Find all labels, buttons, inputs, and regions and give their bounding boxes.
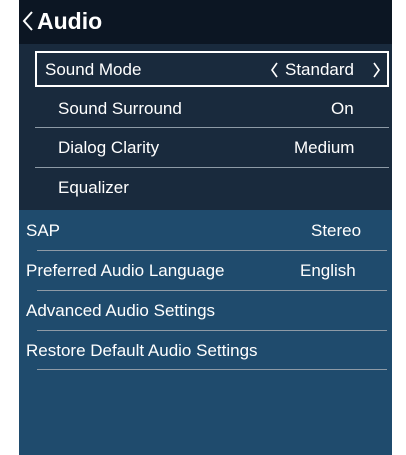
menu-header: Audio [19, 0, 392, 44]
dialog-clarity-value: Medium [294, 138, 355, 157]
equalizer-item[interactable]: Equalizer [35, 168, 389, 206]
next-option-icon[interactable] [372, 62, 381, 78]
preferred-audio-language-value: English [300, 261, 356, 280]
restore-default-audio-settings-label: Restore Default Audio Settings [26, 341, 258, 360]
advanced-audio-settings-label: Advanced Audio Settings [26, 301, 216, 320]
sound-surround-label: Sound Surround [58, 99, 182, 118]
preferred-audio-language-item[interactable]: Preferred Audio Language English [19, 251, 392, 289]
divider [37, 369, 387, 370]
sound-surround-value: On [331, 99, 354, 118]
dialog-clarity-label: Dialog Clarity [58, 138, 160, 157]
sap-item[interactable]: SAP Stereo [19, 211, 392, 249]
dialog-clarity-item[interactable]: Dialog Clarity Medium [35, 128, 389, 166]
sap-value: Stereo [311, 221, 362, 240]
sound-mode-value: Standard [285, 60, 354, 79]
advanced-audio-settings-item[interactable]: Advanced Audio Settings [19, 291, 392, 329]
preferred-audio-language-label: Preferred Audio Language [26, 261, 225, 280]
audio-settings-panel: Audio Sound Mode Standard Sound Surround… [19, 0, 392, 455]
equalizer-label: Equalizer [58, 178, 129, 197]
sound-mode-label: Sound Mode [45, 60, 142, 79]
previous-option-icon[interactable] [270, 62, 279, 78]
restore-default-audio-settings-item[interactable]: Restore Default Audio Settings [19, 331, 392, 369]
page-title: Audio [37, 8, 103, 34]
sap-label: SAP [26, 221, 61, 240]
sound-surround-item[interactable]: Sound Surround On [35, 89, 389, 127]
back-chevron-icon[interactable] [21, 10, 35, 32]
sound-mode-item[interactable]: Sound Mode Standard [35, 50, 389, 88]
